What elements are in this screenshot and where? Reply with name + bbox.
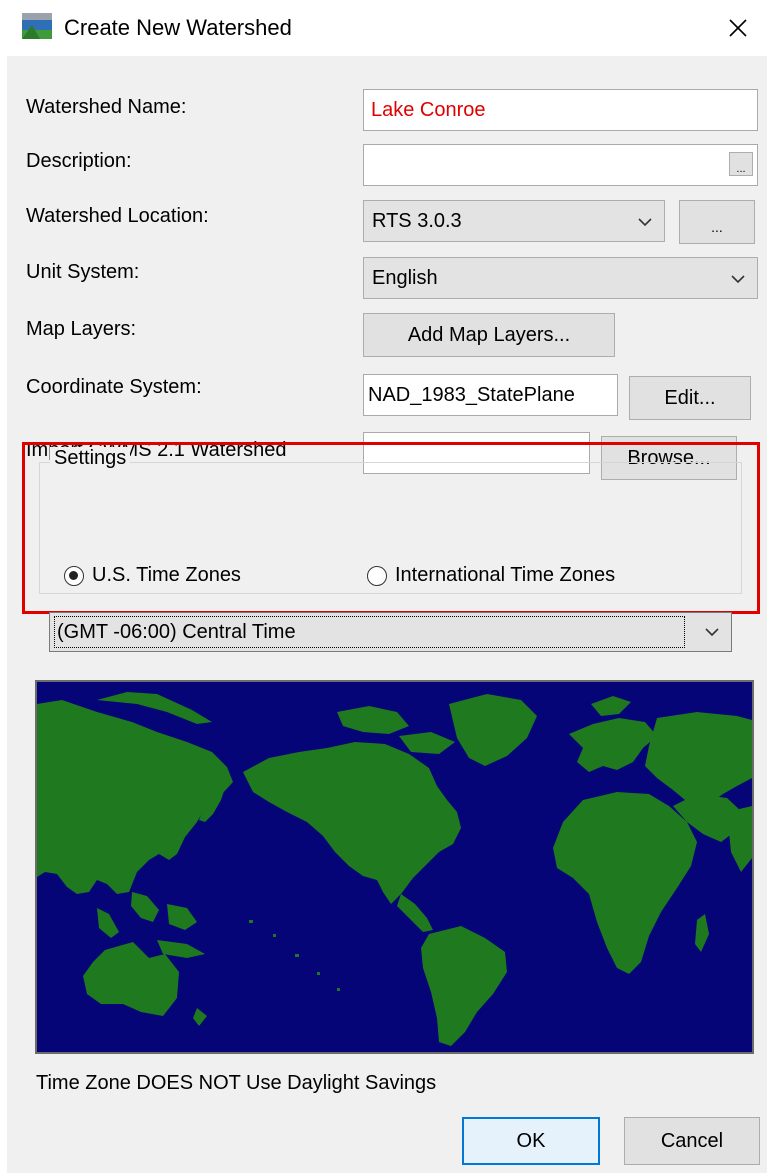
watershed-location-select[interactable]: RTS 3.0.3 — [363, 200, 665, 242]
description-label: Description: — [26, 150, 132, 172]
window-title: Create New Watershed — [64, 15, 292, 40]
add-map-layers-button[interactable]: Add Map Layers... — [363, 313, 615, 357]
time-zone-map[interactable] — [35, 680, 754, 1054]
close-button[interactable] — [709, 0, 767, 56]
map-layers-label: Map Layers: — [26, 318, 137, 340]
watershed-location-label: Watershed Location: — [26, 205, 209, 227]
unit-system-value: English — [372, 266, 438, 289]
edit-coordinate-button[interactable]: Edit... — [629, 376, 751, 420]
watershed-app-icon — [22, 13, 52, 39]
daylight-savings-status: Time Zone DOES NOT Use Daylight Savings — [36, 1072, 437, 1094]
ok-button[interactable]: OK — [462, 1117, 600, 1165]
time-zone-value: (GMT -06:00) Central Time — [54, 616, 685, 648]
close-icon — [729, 19, 747, 37]
radio-unselected-icon — [367, 565, 387, 586]
world-map-image — [37, 692, 752, 1046]
unit-system-label: Unit System: — [26, 261, 140, 283]
radio-international-time-zones[interactable]: International Time Zones — [367, 564, 615, 587]
radio-international-label: International Time Zones — [395, 564, 616, 586]
description-input[interactable]: ... — [363, 144, 758, 186]
chevron-down-icon — [705, 628, 719, 637]
radio-us-time-zones[interactable]: U.S. Time Zones — [64, 564, 241, 587]
radio-us-label: U.S. Time Zones — [92, 564, 241, 586]
chevron-down-icon — [731, 275, 745, 284]
watershed-name-input[interactable]: Lake Conroe — [363, 89, 758, 131]
time-zone-select[interactable]: (GMT -06:00) Central Time — [49, 612, 732, 652]
watershed-location-value: RTS 3.0.3 — [372, 209, 462, 232]
description-browse-button[interactable]: ... — [729, 152, 753, 176]
cancel-button[interactable]: Cancel — [624, 1117, 760, 1165]
radio-selected-icon — [64, 565, 84, 586]
settings-title: Settings — [50, 447, 131, 470]
title-bar: Create New Watershed — [0, 0, 767, 56]
coordinate-system-label: Coordinate System: — [26, 376, 202, 398]
location-browse-button[interactable]: ... — [679, 200, 755, 244]
coordinate-system-input[interactable]: NAD_1983_StatePlane — [363, 374, 618, 416]
watershed-name-label: Watershed Name: — [26, 96, 187, 118]
chevron-down-icon — [638, 218, 652, 227]
unit-system-select[interactable]: English — [363, 257, 758, 299]
